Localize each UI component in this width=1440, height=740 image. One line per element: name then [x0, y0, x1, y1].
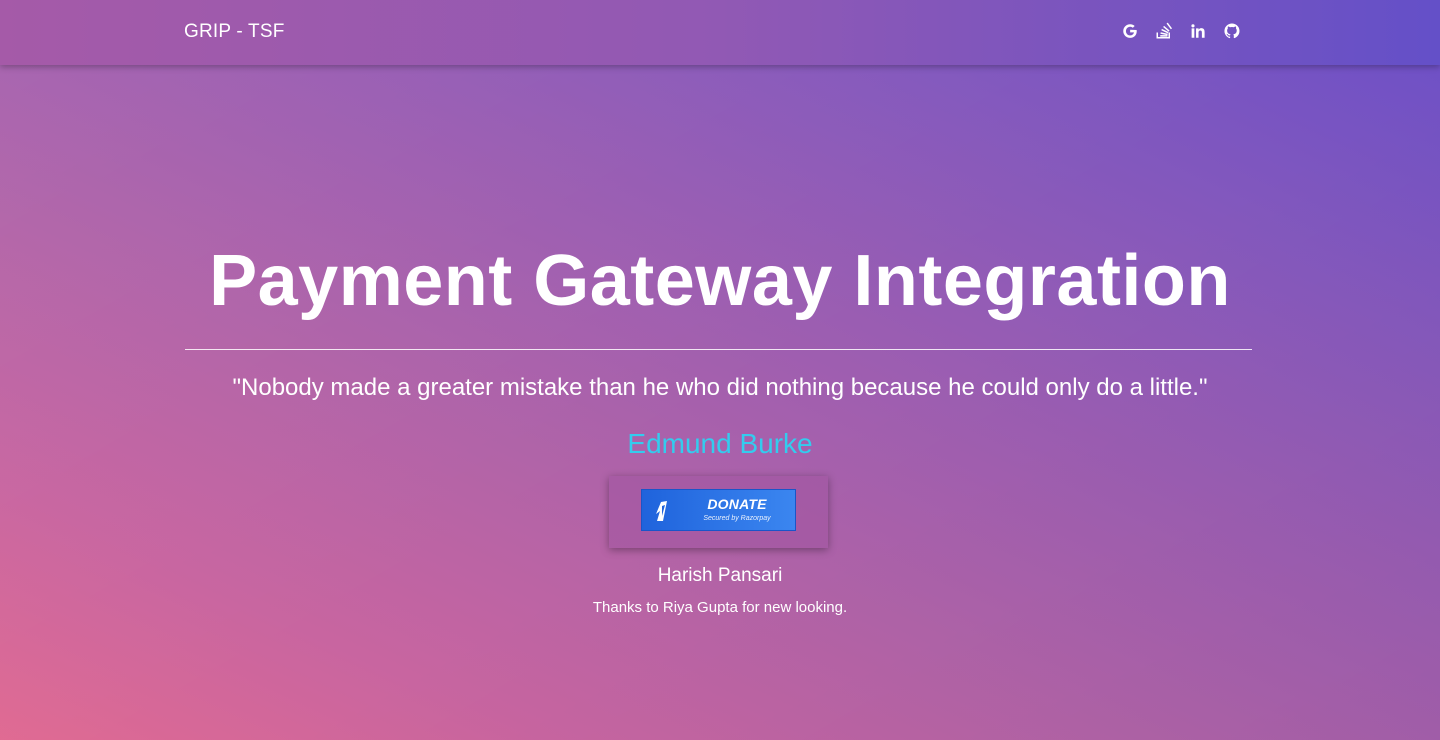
brand-title[interactable]: GRIP - TSF: [184, 21, 285, 43]
razorpay-icon: [656, 501, 667, 521]
linkedin-icon[interactable]: [1188, 20, 1208, 42]
background-gradient: [0, 0, 1440, 740]
stackoverflow-icon[interactable]: [1154, 20, 1174, 42]
hero-section: Payment Gateway Integration: [0, 236, 1440, 326]
quote-author: Edmund Burke: [627, 428, 813, 459]
quote-text: "Nobody made a greater mistake than he w…: [232, 374, 1208, 401]
donate-button[interactable]: DONATE Secured by Razorpay: [641, 489, 796, 531]
google-icon[interactable]: [1120, 20, 1140, 42]
donate-label: DONATE: [707, 496, 767, 512]
page-title: Payment Gateway Integration: [209, 241, 1231, 321]
thanks-text: Thanks to Riya Gupta for new looking.: [592, 599, 848, 616]
github-icon[interactable]: [1222, 20, 1242, 42]
donate-sub-label: Secured by Razorpay: [703, 515, 771, 522]
title-divider: [185, 349, 1252, 350]
author-name: Harish Pansari: [657, 565, 783, 586]
donate-card: DONATE Secured by Razorpay: [609, 476, 828, 548]
social-links: [1120, 20, 1242, 42]
top-navbar: GRIP - TSF: [0, 0, 1440, 65]
